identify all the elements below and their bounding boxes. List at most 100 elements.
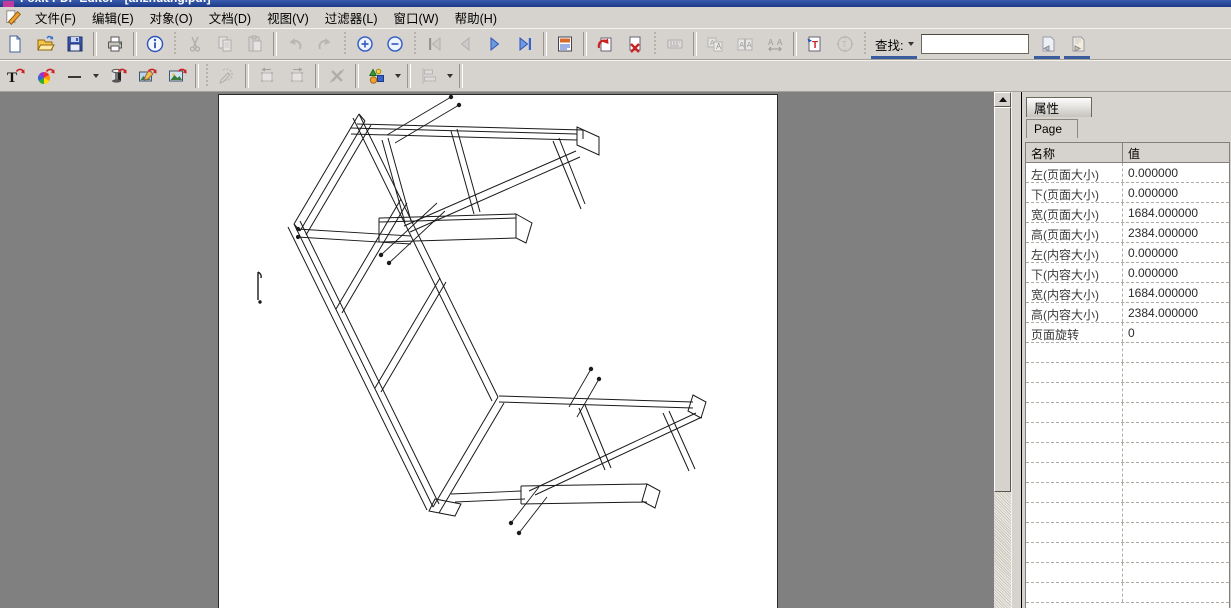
dropdown-caret[interactable] (90, 63, 102, 89)
undo-button[interactable] (281, 31, 309, 57)
delete-page-icon (625, 34, 645, 54)
font-size-icon: AA (735, 34, 755, 54)
edit-path-button[interactable] (213, 63, 241, 89)
insert-text-icon: T (805, 34, 825, 54)
menu-item-7[interactable]: 窗口(W) (386, 10, 447, 28)
rotate-cw-selection-button[interactable] (283, 63, 311, 89)
property-name: 高(页面大小) (1026, 223, 1123, 242)
transform-text-button[interactable]: T (831, 31, 859, 57)
property-row[interactable]: 左(页面大小)0.000000 (1026, 163, 1229, 183)
edit-image-button[interactable] (133, 63, 161, 89)
first-page-button[interactable] (421, 31, 449, 57)
property-value: 0.000000 (1123, 163, 1178, 182)
add-shading-button[interactable] (103, 63, 131, 89)
toolbar-drag-handle[interactable] (173, 32, 177, 56)
add-shading-icon (107, 66, 127, 86)
add-color-icon (35, 66, 55, 86)
property-row[interactable]: 页面旋转0 (1026, 323, 1229, 343)
save-floppy-button[interactable] (61, 31, 89, 57)
menu-item-3[interactable]: 对象(O) (142, 10, 201, 28)
pdf-page[interactable] (218, 94, 778, 608)
property-row[interactable]: 宽(内容大小)1684.000000 (1026, 283, 1229, 303)
page-layout-button[interactable] (551, 31, 579, 57)
copy-button[interactable] (211, 31, 239, 57)
property-row[interactable]: 高(内容大小)2384.000000 (1026, 303, 1229, 323)
dropdown-caret[interactable] (392, 63, 404, 89)
property-name: 页面旋转 (1026, 323, 1123, 342)
dropdown-caret[interactable] (444, 63, 456, 89)
redo-button[interactable] (311, 31, 339, 57)
zoom-out-icon (385, 34, 405, 54)
zoom-in-icon (355, 34, 375, 54)
zoom-out-button[interactable] (381, 31, 409, 57)
find-prev-button[interactable] (1033, 31, 1061, 57)
zoom-in-button[interactable] (351, 31, 379, 57)
font-spacing-button[interactable]: AA (761, 31, 789, 57)
delete-page-button[interactable] (621, 31, 649, 57)
toolbar-drag-handle[interactable] (413, 32, 417, 56)
menu-item-4[interactable]: 文档(D) (201, 10, 259, 28)
insert-shapes-button[interactable] (363, 63, 391, 89)
font-size-button[interactable]: AA (731, 31, 759, 57)
paste-button[interactable] (241, 31, 269, 57)
open-folder-button[interactable] (31, 31, 59, 57)
svg-text:A: A (747, 42, 752, 49)
prev-page-button[interactable] (451, 31, 479, 57)
menu-item-6[interactable]: 过滤器(L) (317, 10, 386, 28)
property-row[interactable]: 下(内容大小)0.000000 (1026, 263, 1229, 283)
property-row-empty (1026, 483, 1229, 503)
property-row[interactable]: 宽(页面大小)1684.000000 (1026, 203, 1229, 223)
property-row[interactable]: 高(页面大小)2384.000000 (1026, 223, 1229, 243)
rotate-cw-selection-icon (287, 66, 307, 86)
print-button[interactable] (101, 31, 129, 57)
toolbar-drag-handle[interactable] (863, 32, 867, 56)
add-text-button[interactable]: T (1, 63, 29, 89)
property-row-empty (1026, 383, 1229, 403)
find-next-button[interactable] (1063, 31, 1091, 57)
rotate-ccw-selection-button[interactable] (253, 63, 281, 89)
toolbar-drag-handle[interactable] (205, 64, 209, 88)
toolbar-drag-handle[interactable] (653, 32, 657, 56)
column-name: 名称 (1026, 143, 1123, 162)
property-row[interactable]: 左(内容大小)0.000000 (1026, 243, 1229, 263)
property-row[interactable]: 下(页面大小)0.000000 (1026, 183, 1229, 203)
property-row-empty (1026, 403, 1229, 423)
toolbar-drag-handle[interactable] (343, 32, 347, 56)
scrollbar-thumb[interactable] (994, 107, 1011, 492)
tab-page[interactable]: Page (1026, 119, 1078, 138)
panel-splitter[interactable] (1011, 92, 1022, 608)
last-page-button[interactable] (511, 31, 539, 57)
find-input[interactable] (921, 34, 1029, 54)
property-value: 0.000000 (1123, 183, 1178, 202)
import-page-button[interactable] (591, 31, 619, 57)
add-color-button[interactable] (31, 63, 59, 89)
menu-item-8[interactable]: 帮助(H) (447, 10, 505, 28)
delete-object-button[interactable] (323, 63, 351, 89)
document-info-button[interactable] (141, 31, 169, 57)
vertical-scrollbar[interactable] (994, 92, 1011, 608)
menu-item-5[interactable]: 视图(V) (259, 10, 317, 28)
font-spacing-icon: AA (765, 34, 785, 54)
scroll-up-button[interactable] (994, 92, 1011, 107)
keyboard-icon (665, 34, 685, 54)
font-replace-button[interactable]: AA (701, 31, 729, 57)
cut-button[interactable] (181, 31, 209, 57)
keyboard-button[interactable] (661, 31, 689, 57)
next-page-button[interactable] (481, 31, 509, 57)
menu-item-2[interactable]: 编辑(E) (84, 10, 142, 28)
find-history-caret[interactable] (905, 31, 917, 57)
new-document-button[interactable] (1, 31, 29, 57)
window-title: Foxit PDF Editor - [anzhuang.pdf] (20, 0, 211, 5)
toolbar-separator (133, 32, 137, 56)
align-objects-button[interactable] (415, 63, 443, 89)
insert-text-button[interactable]: T (801, 31, 829, 57)
toolbar-separator (693, 32, 697, 56)
add-image-button[interactable] (163, 63, 191, 89)
rotate-ccw-selection-icon (257, 66, 277, 86)
copy-icon (215, 34, 235, 54)
line-style-button[interactable] (61, 63, 89, 89)
redo-icon (315, 34, 335, 54)
document-canvas[interactable] (0, 92, 994, 608)
document-pen-icon (3, 9, 25, 27)
menu-item-1[interactable]: 文件(F) (27, 10, 84, 28)
